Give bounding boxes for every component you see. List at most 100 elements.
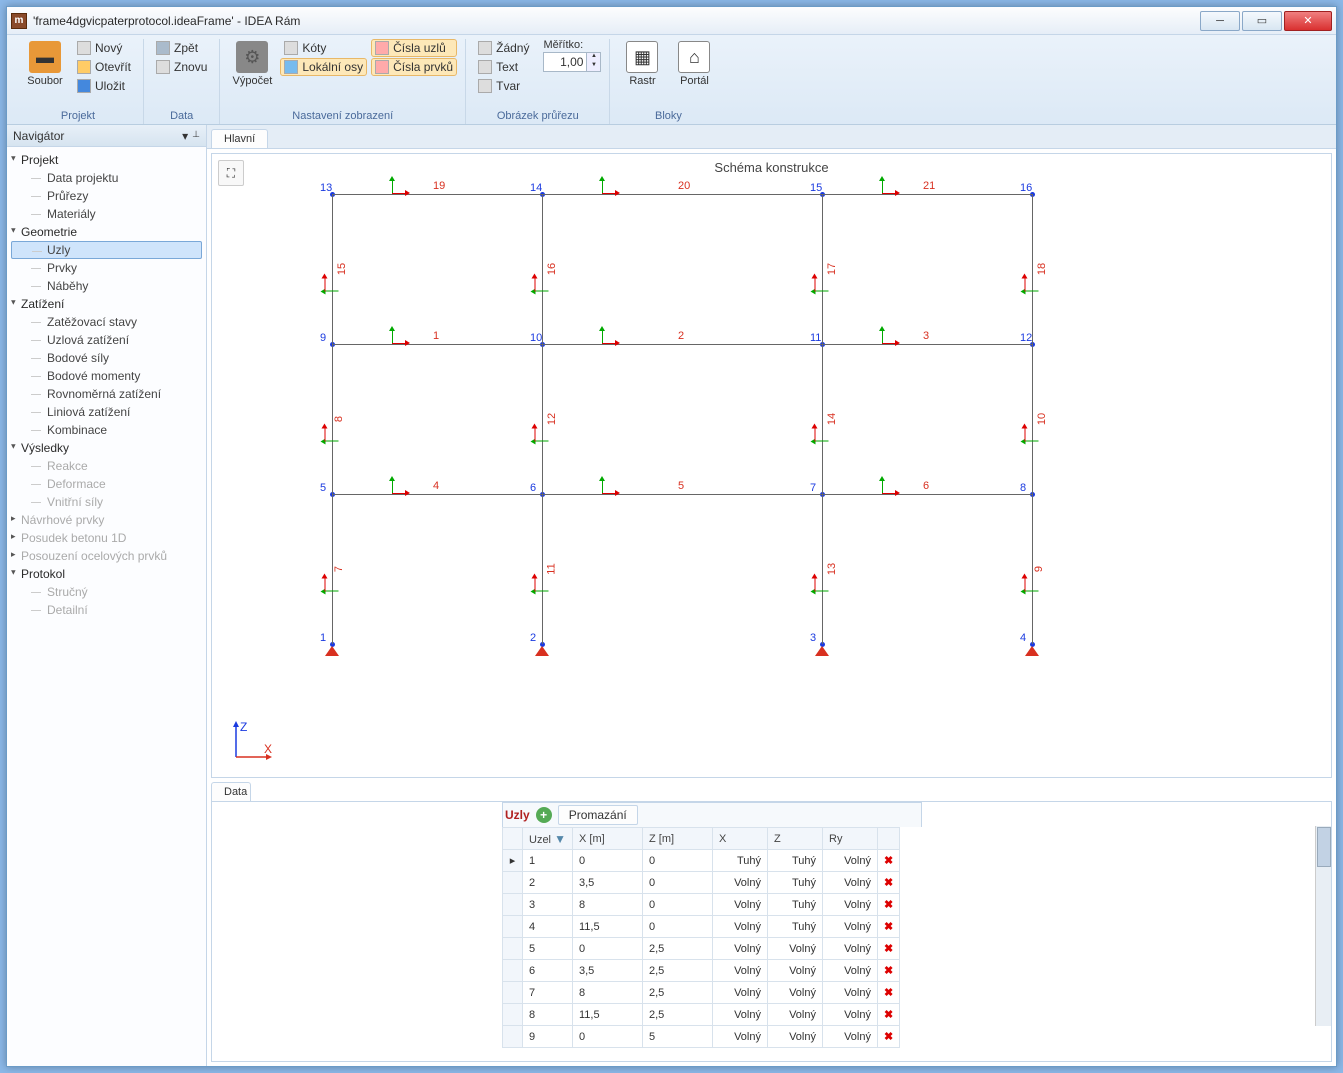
main-tabbar: Hlavní <box>207 125 1336 149</box>
open-button[interactable]: Otevřít <box>73 58 135 76</box>
nodenum-label: Čísla uzlů <box>393 41 446 55</box>
nav-detailed[interactable]: Detailní <box>11 601 202 619</box>
nav-brief[interactable]: Stručný <box>11 583 202 601</box>
memnum-icon <box>375 60 389 74</box>
data-panel: Data Uzly + Promazání Uzel ▼X [m]Z [m]XZ… <box>211 782 1332 1062</box>
nav-loadcases[interactable]: Zatěžovací stavy <box>11 313 202 331</box>
scrollbar[interactable] <box>1315 826 1331 1026</box>
ribbon: ▬Soubor Nový Otevřít Uložit Projekt Zpět… <box>7 35 1336 125</box>
nav-protocol[interactable]: Protokol <box>11 565 202 583</box>
portal-icon: ⌂ <box>678 41 710 73</box>
app-icon: m <box>11 13 27 29</box>
svg-text:Z: Z <box>240 720 247 734</box>
nav-concrete[interactable]: Posudek betonu 1D <box>11 529 202 547</box>
new-icon <box>77 41 91 55</box>
clear-button[interactable]: Promazání <box>558 805 638 825</box>
dim-label: Kóty <box>302 41 326 55</box>
dimensions-toggle[interactable]: Kóty <box>280 39 367 57</box>
nav-loads[interactable]: Zatížení <box>11 295 202 313</box>
nav-title: Navigátor <box>13 129 64 143</box>
node-numbers-toggle[interactable]: Čísla uzlů <box>371 39 457 57</box>
group-view-label: Nastavení zobrazení <box>292 108 393 124</box>
nav-uniform-loads[interactable]: Rovnoměrná zatížení <box>11 385 202 403</box>
titlebar: m 'frame4dgvicpaterprotocol.ideaFrame' -… <box>7 7 1336 35</box>
navigator-panel: Navigátor ▾ ⊥ Projekt Data projektu Průřez… <box>7 125 207 1066</box>
calculate-button[interactable]: ⚙Výpočet <box>228 39 276 89</box>
nav-pin-icon[interactable]: ⊥ <box>192 129 200 143</box>
nav-materials[interactable]: Materiály <box>11 205 202 223</box>
undo-button[interactable]: Zpět <box>152 39 211 57</box>
add-row-button[interactable]: + <box>536 807 552 823</box>
minimize-button[interactable]: ─ <box>1200 11 1240 31</box>
fit-view-button[interactable]: ⛶ <box>218 160 244 186</box>
nav-haunches[interactable]: Náběhy <box>11 277 202 295</box>
axes-icon <box>284 60 298 74</box>
local-axes-toggle[interactable]: Lokální osy <box>280 58 367 76</box>
grid-button[interactable]: ▦ Rastr <box>618 39 666 89</box>
nav-deformations[interactable]: Deformace <box>11 475 202 493</box>
save-label: Uložit <box>95 79 125 93</box>
nav-line-loads[interactable]: Liniová zatížení <box>11 403 202 421</box>
section-none-button[interactable]: Žádný <box>474 39 533 57</box>
group-blocks-label: Bloky <box>655 108 682 124</box>
section-text-button[interactable]: Text <box>474 58 533 76</box>
nav-design[interactable]: Návrhové prvky <box>11 511 202 529</box>
nav-internal[interactable]: Vnitřní síly <box>11 493 202 511</box>
window-title: 'frame4dgvicpaterprotocol.ideaFrame' - I… <box>33 14 1198 28</box>
canvas[interactable]: ⛶ Schéma konstrukce 12345678910111213141… <box>211 153 1332 778</box>
nav-combinations[interactable]: Kombinace <box>11 421 202 439</box>
nav-project[interactable]: Projekt <box>11 151 202 169</box>
new-label: Nový <box>95 41 122 55</box>
text-label: Text <box>496 60 518 74</box>
group-project-label: Projekt <box>61 108 95 124</box>
tab-main[interactable]: Hlavní <box>211 129 268 148</box>
save-icon <box>77 79 91 93</box>
grid-icon: ▦ <box>626 41 658 73</box>
undo-label: Zpět <box>174 41 198 55</box>
nav-point-moments[interactable]: Bodové momenty <box>11 367 202 385</box>
navigator-header: Navigátor ▾ ⊥ <box>7 125 206 147</box>
undo-icon <box>156 41 170 55</box>
grid-label: Rastr <box>629 75 655 87</box>
save-button[interactable]: Uložit <box>73 77 135 95</box>
redo-button[interactable]: Znovu <box>152 58 211 76</box>
memnum-label: Čísla prvků <box>393 60 453 74</box>
scale-down[interactable]: ▼ <box>587 62 600 71</box>
navigator-tree: Projekt Data projektu Průřezy Materiály … <box>7 147 206 1066</box>
svg-text:X: X <box>264 742 272 756</box>
file-icon: ▬ <box>29 41 61 73</box>
nodes-table: Uzel ▼X [m]Z [m]XZRy▸100TuhýTuhýVolný✖23… <box>502 827 900 1048</box>
portal-label: Portál <box>680 75 709 87</box>
group-section-label: Obrázek průřezu <box>497 108 579 124</box>
nav-project-data[interactable]: Data projektu <box>11 169 202 187</box>
coordinate-axes: ZX <box>230 719 274 763</box>
nodenum-icon <box>375 41 389 55</box>
scrollbar-thumb[interactable] <box>1317 827 1331 867</box>
new-button[interactable]: Nový <box>73 39 135 57</box>
close-button[interactable]: ✕ <box>1284 11 1332 31</box>
portal-button[interactable]: ⌂ Portál <box>670 39 718 89</box>
tab-data[interactable]: Data <box>211 782 251 801</box>
redo-label: Znovu <box>174 60 207 74</box>
nav-steel[interactable]: Posouzení ocelových prvků <box>11 547 202 565</box>
file-button[interactable]: ▬Soubor <box>21 39 69 89</box>
nav-results[interactable]: Výsledky <box>11 439 202 457</box>
nav-nodes[interactable]: Uzly <box>11 241 202 259</box>
shape-label: Tvar <box>496 79 520 93</box>
maximize-button[interactable]: ▭ <box>1242 11 1282 31</box>
grid-title: Uzly <box>505 808 530 822</box>
nav-reactions[interactable]: Reakce <box>11 457 202 475</box>
scale-up[interactable]: ▲ <box>587 53 600 62</box>
nav-point-forces[interactable]: Bodové síly <box>11 349 202 367</box>
nav-dropdown-icon[interactable]: ▾ <box>182 129 188 143</box>
axes-label: Lokální osy <box>302 60 363 74</box>
member-numbers-toggle[interactable]: Čísla prvků <box>371 58 457 76</box>
nav-geometry[interactable]: Geometrie <box>11 223 202 241</box>
gear-icon: ⚙ <box>236 41 268 73</box>
nav-nodal-loads[interactable]: Uzlová zatížení <box>11 331 202 349</box>
nav-members[interactable]: Prvky <box>11 259 202 277</box>
nav-sections[interactable]: Průřezy <box>11 187 202 205</box>
shape-icon <box>478 79 492 93</box>
section-shape-button[interactable]: Tvar <box>474 77 533 95</box>
scale-input[interactable] <box>543 52 587 72</box>
